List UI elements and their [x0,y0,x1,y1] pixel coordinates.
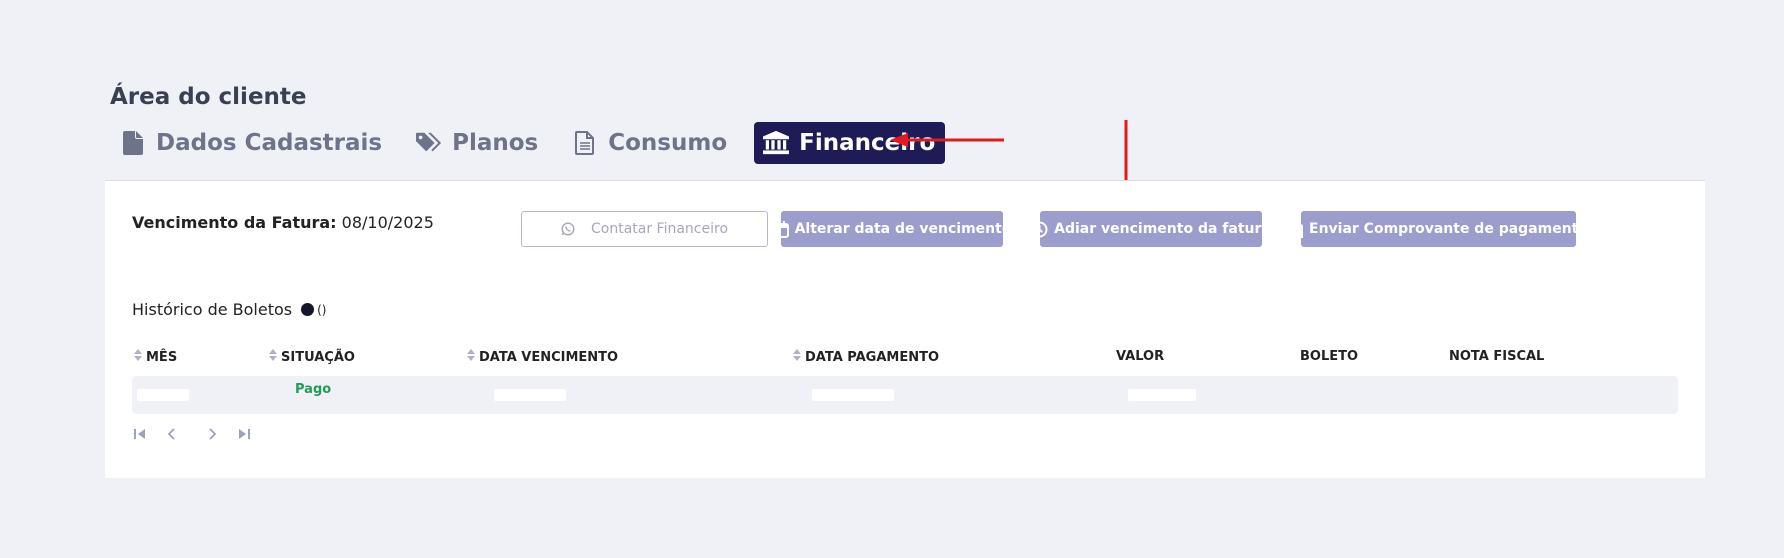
column-valor: VALOR [1116,349,1164,364]
invoice-due: Vencimento da Fatura: 08/10/2025 [132,213,434,232]
column-mes[interactable]: MÊS [134,349,177,365]
column-label: DATA VENCIMENTO [479,349,619,365]
postpone-due-label: Adiar vencimento da fatura [1054,221,1271,237]
invoice-due-label: Vencimento da Fatura: [132,213,337,232]
contact-finance-label: Contatar Financeiro [590,221,729,237]
tab-planos[interactable]: Planos [416,122,538,164]
annotation-arrow-left [890,133,1004,147]
sort-icon [269,349,277,365]
whatsapp-icon [561,222,575,236]
file-upload-icon [1289,220,1303,238]
change-due-date-label: Alterar data de vencimento [794,221,1012,237]
column-data-vencimento[interactable]: DATA VENCIMENTO [467,349,618,365]
tab-label: Dados Cadastrais [156,130,383,156]
cell-situacao: Pago [295,382,332,397]
column-boleto: BOLETO [1300,349,1358,364]
tab-dados-cadastrais[interactable]: Dados Cadastrais [120,122,382,164]
column-label: BOLETO [1300,349,1359,364]
column-label: MÊS [146,349,178,365]
financial-panel: Vencimento da Fatura: 08/10/2025 Contata… [105,180,1705,478]
cell-data-vencimento [494,376,566,414]
column-label: VALOR [1116,349,1165,364]
tab-label: Consumo [608,130,728,156]
invoice-due-value: 08/10/2025 [341,213,434,232]
pagination [132,426,268,442]
history-title: Histórico de Boletos [132,300,293,319]
column-situacao[interactable]: SITUAÇÃO [269,349,355,365]
sort-icon [793,349,801,365]
postpone-due-button[interactable]: Adiar vencimento da fatura [1031,211,1271,247]
table-row[interactable]: Pago [132,376,1678,414]
cell-mes [137,376,189,414]
column-label: NOTA FISCAL [1449,349,1545,364]
cell-data-pagamento [812,376,894,414]
column-nota-fiscal: NOTA FISCAL [1449,349,1544,364]
tags-icon [416,130,442,156]
change-due-date-button[interactable]: Alterar data de vencimento [772,211,1011,247]
document-icon [572,130,598,156]
bank-icon [763,130,790,156]
page-title: Área do cliente [110,84,307,110]
status-dot [301,303,315,316]
first-page-icon[interactable] [132,426,148,442]
column-data-pagamento[interactable]: DATA PAGAMENTO [793,349,939,365]
send-receipt-label: Enviar Comprovante de pagamento [1309,221,1588,237]
tab-bar: Dados Cadastrais Planos Consumo Financei… [120,122,946,164]
column-label: SITUAÇÃO [281,349,355,365]
clock-icon [1031,221,1048,238]
table-header: MÊS SITUAÇÃO DATA VENCIMENTO DATA PAGAME… [132,349,1678,369]
history-count: () [317,302,327,317]
sort-icon [134,349,142,365]
contact-finance-button[interactable]: Contatar Financeiro [521,211,768,247]
last-page-icon[interactable] [236,426,252,442]
send-receipt-button[interactable]: Enviar Comprovante de pagamento [1289,211,1588,247]
sort-icon [467,349,475,365]
next-page-icon[interactable] [204,426,220,442]
calendar-icon [772,220,789,238]
tab-consumo[interactable]: Consumo [572,122,727,164]
prev-page-icon[interactable] [164,426,180,442]
column-label: DATA PAGAMENTO [805,349,940,365]
file-icon [120,130,146,156]
history-header: Histórico de Boletos () [132,300,326,319]
tab-label: Planos [452,130,539,156]
cell-valor [1128,376,1196,414]
